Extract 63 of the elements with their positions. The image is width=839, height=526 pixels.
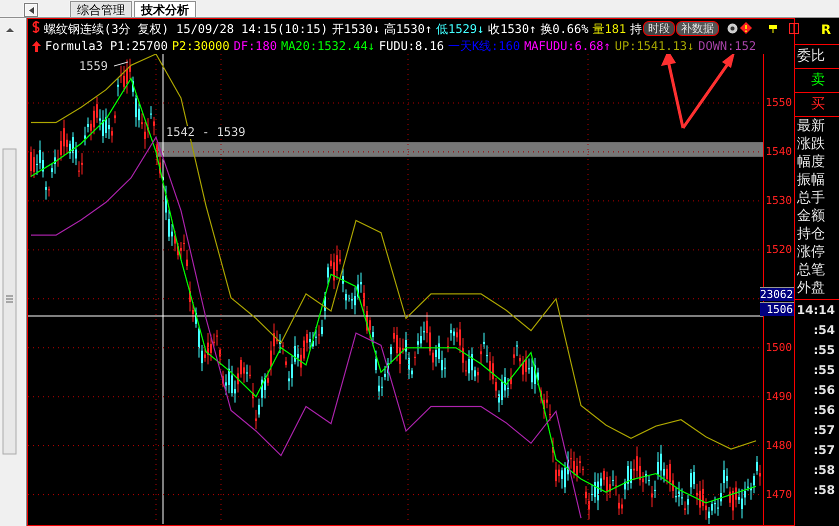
sell-label: 卖 [795,69,839,93]
order-ratio-label: 委比 [795,45,839,69]
left-triangle-icon [28,6,34,14]
price-range-label: 1542 - 1539 [165,126,246,139]
contract-title: 螺纹钢连续(3分 复权) 15/09/28 14:15(10:15) [44,22,328,36]
field-label: 最新 [796,117,826,135]
trade-time: :58 [812,462,836,479]
trade-time: :55 [812,342,836,359]
indicator-value: P2:30000 [172,39,230,54]
indicator-value: DF:180 [234,39,277,54]
trade-time: :57 [812,422,836,439]
window-icon [789,23,799,34]
price-axis-label: 1500 [766,340,792,355]
quote-value: 收1530↑ [488,22,536,36]
price-axis-label: 1480 [766,438,792,453]
field-label: 金额 [796,207,826,225]
high-price-label: 1559 [78,60,109,73]
trade-time: 14:14 [796,302,836,319]
quote-value: 量181 [592,22,626,36]
field-label: 振幅 [796,171,826,189]
quote-value: 开1530↓ [332,22,380,36]
trade-time: :56 [812,382,836,399]
field-label: 幅度 [796,153,826,171]
field-label: 涨停 [796,243,826,261]
indicator-value: MA20:1532.44↓ [280,39,375,54]
price-axis-label: 1550 [766,96,792,110]
tab[interactable]: 技术分析 [134,1,196,17]
field-label: 涨跌 [796,135,826,153]
leader-line [114,62,128,66]
cursor-volume-label: 23062 [760,287,794,301]
trade-time: :57 [812,442,836,459]
quote-value: 高1530↑ [384,22,432,36]
indicator-value: Formula3 P1:25700 [45,39,168,54]
price-axis-label: 1490 [766,390,792,404]
field-label: 总笔 [796,261,826,279]
panel-title: R [795,18,839,45]
tab[interactable]: 综合管理 [70,1,132,17]
field-label: 外盘 [795,279,839,300]
field-label: 总手 [796,189,826,207]
indicator-value: MAFUDU:6.68↑ [524,39,611,54]
quote-value: 持 [630,22,642,36]
indicator-value: FUDU:8.16 [378,39,444,54]
fill-data-button[interactable]: 补数据 [676,21,719,36]
trade-time: :56 [812,402,836,419]
cursor-price-label: 1506 [760,302,794,316]
time-period-button[interactable]: 时段 [643,21,675,36]
warning-diamond-icon [740,22,752,34]
indicator-value: DOWN:152 [698,39,756,54]
trade-time: :54 [812,322,836,339]
field-label: 持仓 [796,225,826,243]
up-arrow-icon [32,41,41,52]
price-axis-label: 1540 [766,144,792,159]
buy-label: 买 [795,93,839,117]
price-axis-label: 1470 [766,488,792,502]
trade-time: :58 [812,482,836,499]
quote-value: 换0.66% [540,22,588,36]
scroll-left-button[interactable] [24,3,38,17]
price-axis-label: 1530 [766,194,792,208]
price-axis-label: 1520 [766,242,792,257]
trade-time: :55 [812,362,836,379]
indicator-value: 一天K线:160 [448,39,520,54]
quote-value: 低1529↓ [436,22,484,36]
indicator-value: UP:1541.13↓ [614,39,694,54]
